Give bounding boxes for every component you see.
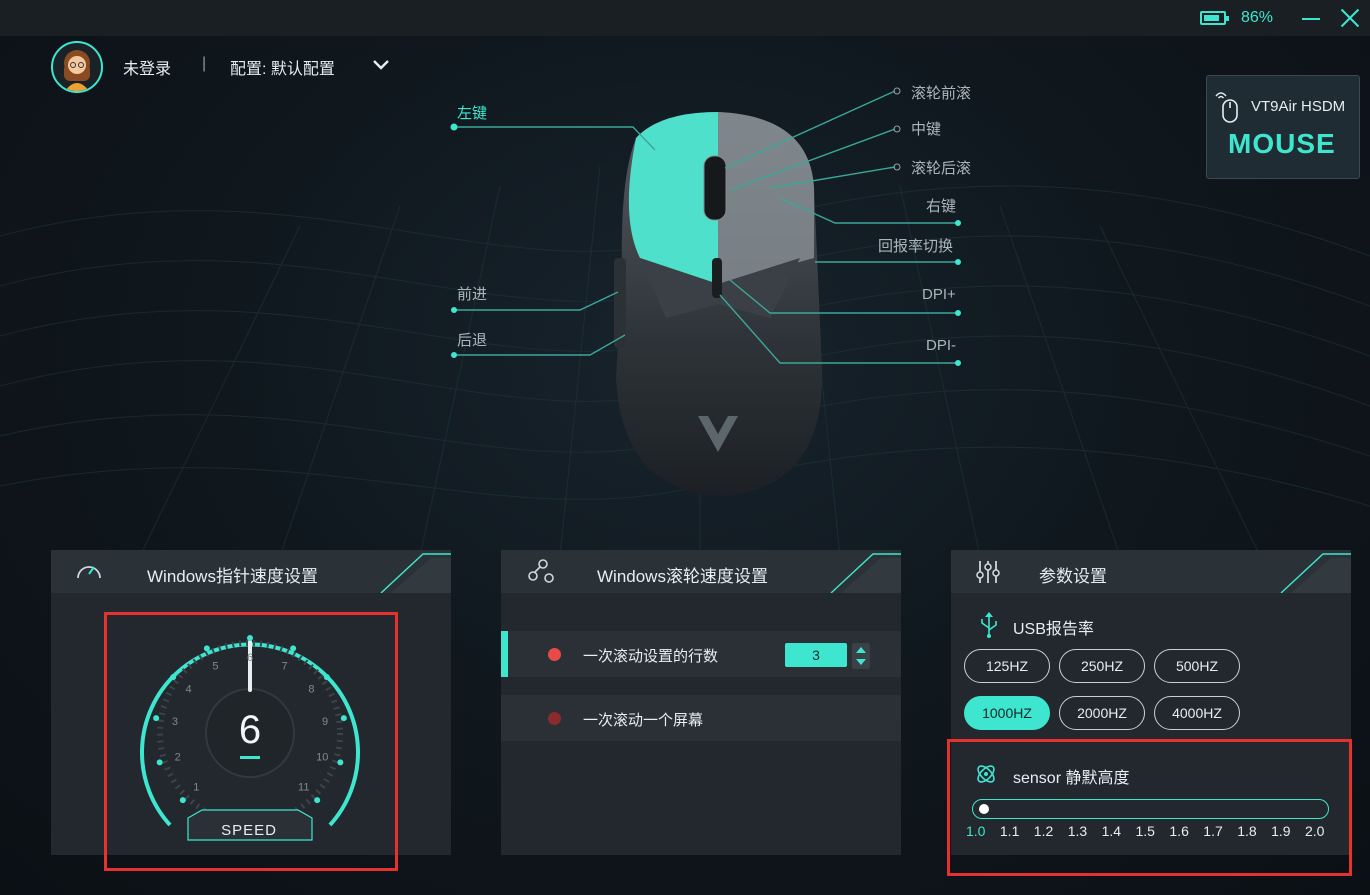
highlight-box-pointer — [104, 612, 398, 871]
device-name: VT9Air HSDM — [1251, 98, 1346, 115]
label-forward[interactable]: 前进 — [457, 283, 487, 304]
option-screen-label: 一次滚动一个屏幕 — [583, 712, 704, 729]
label-back[interactable]: 后退 — [457, 329, 487, 350]
rate-1000hz-button[interactable]: 1000HZ — [964, 696, 1050, 730]
radio-unselected[interactable] — [548, 712, 561, 725]
scroll-settings-icon — [528, 559, 554, 583]
option-lines-label: 一次滚动设置的行数 — [583, 648, 719, 665]
chevron-down-icon[interactable] — [370, 54, 392, 76]
rate-500hz-button[interactable]: 500HZ — [1154, 649, 1240, 683]
rate-125hz-button[interactable]: 125HZ — [964, 649, 1050, 683]
device-logo: MOUSE — [1228, 128, 1336, 159]
pointer-panel-title: Windows指针速度设置 — [147, 567, 318, 586]
battery-icon — [1200, 11, 1229, 25]
option-scroll-lines[interactable]: 一次滚动设置的行数 3 — [501, 631, 901, 677]
lines-input[interactable]: 3 — [785, 643, 847, 667]
stepper-arrows-icon — [856, 647, 866, 665]
scroll-speed-panel: Windows滚轮速度设置 一次滚动设置的行数 3 一次滚动一个屏幕 — [501, 550, 901, 855]
label-report-rate-switch[interactable]: 回报率切换 — [878, 235, 953, 256]
speedometer-icon — [77, 566, 101, 579]
mouse-callout-lines — [450, 87, 961, 366]
header-accent — [380, 553, 451, 593]
config-selector[interactable]: 配置: 默认配置 — [230, 55, 335, 79]
wireless-mouse-icon — [1215, 92, 1238, 123]
rate-4000hz-button[interactable]: 4000HZ — [1154, 696, 1240, 730]
label-dpi-plus[interactable]: DPI+ — [922, 286, 956, 303]
label-wheel-up[interactable]: 滚轮前滚 — [911, 82, 971, 103]
label-middle-button[interactable]: 中键 — [911, 118, 941, 139]
battery-percent: 86% — [1241, 9, 1274, 26]
radio-selected[interactable] — [548, 648, 561, 661]
user-avatar-icon — [64, 50, 90, 91]
close-icon[interactable] — [1338, 6, 1362, 30]
rate-250hz-button[interactable]: 250HZ — [1059, 649, 1145, 683]
sliders-icon — [976, 561, 1000, 583]
header-separator: | — [202, 55, 207, 72]
lines-stepper[interactable] — [852, 643, 870, 669]
panel-header — [951, 550, 1351, 593]
avatar[interactable] — [51, 41, 103, 93]
title-bar — [0, 0, 1370, 36]
usb-rate-title: USB报告率 — [1013, 621, 1094, 638]
label-dpi-minus[interactable]: DPI- — [926, 337, 956, 354]
usb-icon — [981, 612, 997, 638]
header-accent — [1280, 553, 1351, 593]
label-wheel-down[interactable]: 滚轮后滚 — [911, 157, 971, 178]
highlight-box-sensor — [947, 739, 1352, 876]
label-right-button[interactable]: 右键 — [926, 195, 956, 216]
login-status[interactable]: 未登录 — [123, 55, 171, 79]
rate-2000hz-button[interactable]: 2000HZ — [1059, 696, 1145, 730]
header-accent — [830, 553, 901, 593]
minimize-icon[interactable] — [1300, 8, 1324, 28]
option-scroll-screen[interactable]: 一次滚动一个屏幕 — [501, 695, 901, 741]
battery-fill — [1204, 15, 1220, 21]
label-left-button[interactable]: 左键 — [457, 102, 487, 123]
params-panel-title: 参数设置 — [1039, 567, 1107, 586]
scroll-panel-title: Windows滚轮速度设置 — [597, 567, 768, 586]
